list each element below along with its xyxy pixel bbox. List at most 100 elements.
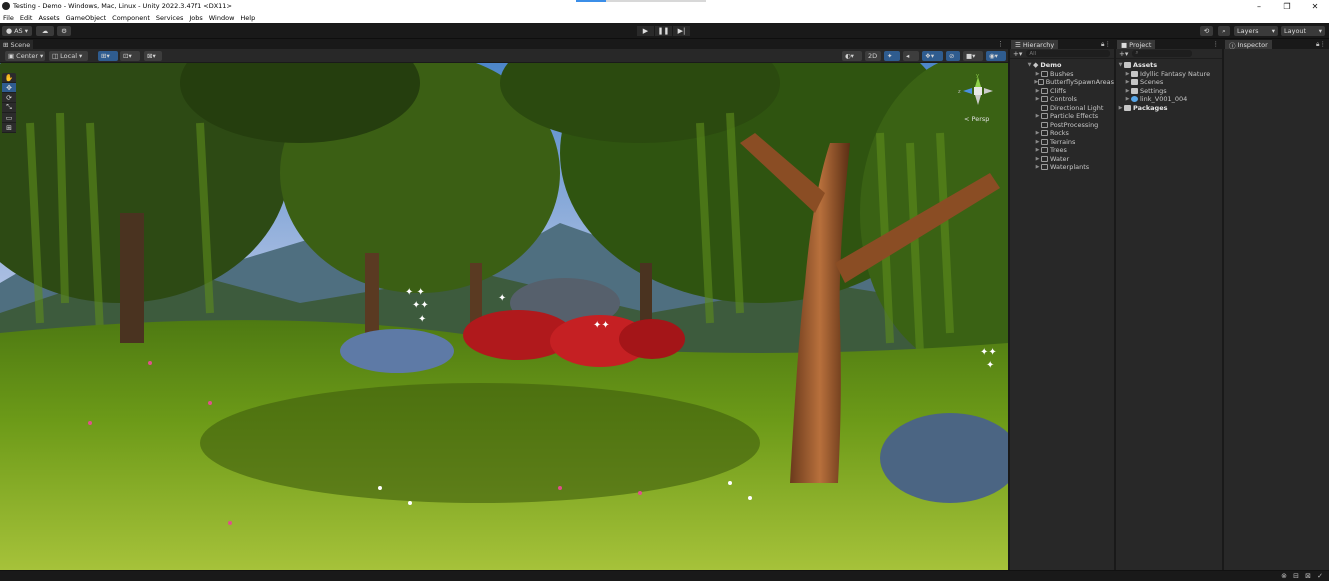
project-search-input[interactable]: ⌕ bbox=[1132, 50, 1192, 57]
menu-gameobject[interactable]: GameObject bbox=[66, 14, 107, 22]
svg-text:✦ ✦: ✦ ✦ bbox=[405, 287, 425, 298]
tab-project[interactable]: ■ Project bbox=[1117, 40, 1156, 49]
restore-button[interactable]: ❐ bbox=[1273, 0, 1301, 12]
hierarchy-item[interactable]: ▶ ButterflySpawnAreas bbox=[1010, 78, 1114, 87]
expand-arrow-icon[interactable]: ▶ bbox=[1034, 96, 1041, 102]
menu-services[interactable]: Services bbox=[156, 14, 183, 22]
pause-button[interactable]: ❚❚ bbox=[655, 26, 672, 36]
tab-scene[interactable]: ⊞ Scene bbox=[0, 40, 34, 49]
scene-viewport[interactable]: ✦ ✦ ✦✦ ✦ ✦ ✦✦ ✦✦ ✦ bbox=[0, 63, 1008, 570]
hierarchy-item[interactable]: ▶ Particle Effects bbox=[1010, 112, 1114, 121]
tab-inspector[interactable]: ⓘ Inspector bbox=[1225, 40, 1272, 50]
cache-icon[interactable]: ⊟ bbox=[1291, 572, 1301, 580]
expand-arrow-icon[interactable]: ▶ bbox=[1034, 113, 1041, 119]
hierarchy-item[interactable]: ▶ Rocks bbox=[1010, 129, 1114, 138]
chevron-down-icon: ▾ bbox=[79, 52, 83, 60]
lock-icon[interactable]: 🔒︎⋮ bbox=[1101, 40, 1111, 49]
effects-dropdown[interactable]: ❖▾ bbox=[922, 51, 943, 61]
expand-arrow-icon[interactable]: ▶ bbox=[1034, 88, 1041, 94]
camera-dropdown[interactable]: ■▾ bbox=[963, 51, 983, 61]
asset-item[interactable]: ▶ Scenes bbox=[1116, 78, 1222, 87]
more-options-icon[interactable]: ⋮ bbox=[997, 40, 1004, 48]
pivot-icon: ▣ bbox=[8, 52, 15, 60]
hierarchy-item[interactable]: ▶ Terrains bbox=[1010, 138, 1114, 147]
expand-arrow-icon[interactable]: ▶ bbox=[1124, 71, 1131, 77]
account-dropdown[interactable]: ● AS ▾ bbox=[2, 26, 32, 36]
more-options-icon[interactable]: ⋮ bbox=[1213, 40, 1220, 48]
gizmos-dropdown[interactable]: ◉▾ bbox=[986, 51, 1006, 61]
hierarchy-item[interactable]: ▶ Waterplants bbox=[1010, 163, 1114, 172]
assets-folder[interactable]: ▼ Assets bbox=[1116, 61, 1222, 70]
step-button[interactable]: ▶| bbox=[673, 26, 690, 36]
hierarchy-root-scene[interactable]: ▼ ◆ Demo bbox=[1010, 61, 1114, 70]
projection-label[interactable]: < Persp bbox=[964, 115, 989, 123]
expand-arrow-icon[interactable]: ▶ bbox=[1034, 147, 1041, 153]
hand-tool-button[interactable]: ✋ bbox=[2, 73, 16, 83]
expand-arrow-icon[interactable]: ▶ bbox=[1117, 105, 1124, 111]
view-options-button[interactable]: ⊠▾ bbox=[144, 51, 162, 61]
menu-component[interactable]: Component bbox=[112, 14, 150, 22]
tab-hierarchy[interactable]: ☰ Hierarchy bbox=[1011, 40, 1059, 49]
toggle-2d-button[interactable]: 2D bbox=[865, 51, 881, 61]
scale-tool-button[interactable]: ⤡ bbox=[2, 103, 16, 113]
debug-icon[interactable]: ⊠ bbox=[1303, 572, 1313, 580]
pivot-space-dropdown[interactable]: ◫ Local ▾ bbox=[49, 51, 88, 61]
hidden-objects-toggle[interactable]: ⊘ bbox=[946, 51, 960, 61]
layout-dropdown[interactable]: Layout ▾ bbox=[1281, 26, 1325, 36]
menu-jobs[interactable]: Jobs bbox=[189, 14, 202, 22]
hierarchy-item[interactable]: ▶ Trees bbox=[1010, 146, 1114, 155]
hierarchy-search-input[interactable]: All bbox=[1026, 50, 1110, 57]
move-tool-button[interactable]: ✥ bbox=[2, 83, 16, 93]
menu-assets[interactable]: Assets bbox=[38, 14, 59, 22]
play-button[interactable]: ▶ bbox=[637, 26, 654, 36]
hierarchy-item[interactable]: ▶ Cliffs bbox=[1010, 87, 1114, 96]
expand-arrow-icon[interactable]: ▶ bbox=[1034, 139, 1041, 145]
hierarchy-item[interactable]: ▶ Water bbox=[1010, 155, 1114, 164]
expand-arrow-icon[interactable]: ▶ bbox=[1034, 71, 1041, 77]
menu-help[interactable]: Help bbox=[240, 14, 255, 22]
create-asset-button[interactable]: +▾ bbox=[1119, 50, 1128, 58]
rotate-tool-button[interactable]: ⟳ bbox=[2, 93, 16, 103]
transform-tool-button[interactable]: ⊞ bbox=[2, 123, 16, 133]
menu-file[interactable]: File bbox=[3, 14, 14, 22]
expand-arrow-icon[interactable]: ▶ bbox=[1124, 96, 1131, 102]
expand-arrow-icon[interactable]: ▶ bbox=[1124, 88, 1131, 94]
hierarchy-item-label: Cliffs bbox=[1050, 86, 1067, 95]
add-object-button[interactable]: +▾ bbox=[1013, 50, 1022, 58]
check-icon[interactable]: ✓ bbox=[1315, 572, 1325, 580]
asset-item[interactable]: ▶ link_V001_004 bbox=[1116, 95, 1222, 104]
collab-button[interactable]: ⚙ bbox=[57, 26, 71, 36]
rect-tool-button[interactable]: ▭ bbox=[2, 113, 16, 123]
pivot-mode-dropdown[interactable]: ▣ Center ▾ bbox=[5, 51, 45, 61]
expand-arrow-icon[interactable]: ▶ bbox=[1034, 164, 1041, 170]
minimize-button[interactable]: – bbox=[1245, 0, 1273, 12]
expand-arrow-icon[interactable]: ▼ bbox=[1117, 62, 1124, 68]
undo-history-button[interactable]: ⟲ bbox=[1200, 26, 1213, 36]
menu-window[interactable]: Window bbox=[209, 14, 235, 22]
search-button[interactable]: ⌕ bbox=[1218, 26, 1230, 36]
hierarchy-item[interactable]: Directional Light bbox=[1010, 104, 1114, 113]
lighting-toggle[interactable]: ✦ bbox=[884, 51, 900, 61]
layers-dropdown[interactable]: Layers ▾ bbox=[1234, 26, 1278, 36]
expand-arrow-icon[interactable]: ▼ bbox=[1026, 62, 1033, 68]
expand-arrow-icon[interactable]: ▶ bbox=[1034, 130, 1041, 136]
bake-icon[interactable]: ⊗ bbox=[1279, 572, 1289, 580]
menu-edit[interactable]: Edit bbox=[20, 14, 33, 22]
grid-snapping-button[interactable]: ⊞▾ bbox=[98, 51, 118, 61]
cloud-button[interactable]: ☁ bbox=[36, 26, 54, 36]
main-toolbar: ● AS ▾ ☁ ⚙ ▶ ❚❚ ▶| ⟲ ⌕ Layers ▾ Layout ▾ bbox=[0, 23, 1329, 39]
hierarchy-item[interactable]: PostProcessing bbox=[1010, 121, 1114, 130]
expand-arrow-icon[interactable]: ▶ bbox=[1034, 156, 1041, 162]
audio-toggle[interactable]: ◂ bbox=[903, 51, 919, 61]
asset-item[interactable]: ▶ Settings bbox=[1116, 87, 1222, 96]
lock-icon[interactable]: 🔒︎⋮ bbox=[1316, 40, 1326, 49]
pivot-label: Center bbox=[16, 52, 39, 60]
close-button[interactable]: ✕ bbox=[1301, 0, 1329, 12]
hierarchy-item[interactable]: ▶ Controls bbox=[1010, 95, 1114, 104]
expand-arrow-icon[interactable]: ▶ bbox=[1124, 79, 1131, 85]
increment-snapping-button[interactable]: ⊡▾ bbox=[120, 51, 140, 61]
packages-folder[interactable]: ▶ Packages bbox=[1116, 104, 1222, 113]
hierarchy-item[interactable]: ▶ Bushes bbox=[1010, 70, 1114, 79]
draw-mode-dropdown[interactable]: ◐▾ bbox=[842, 51, 862, 61]
asset-item[interactable]: ▶ Idyllic Fantasy Nature bbox=[1116, 70, 1222, 79]
